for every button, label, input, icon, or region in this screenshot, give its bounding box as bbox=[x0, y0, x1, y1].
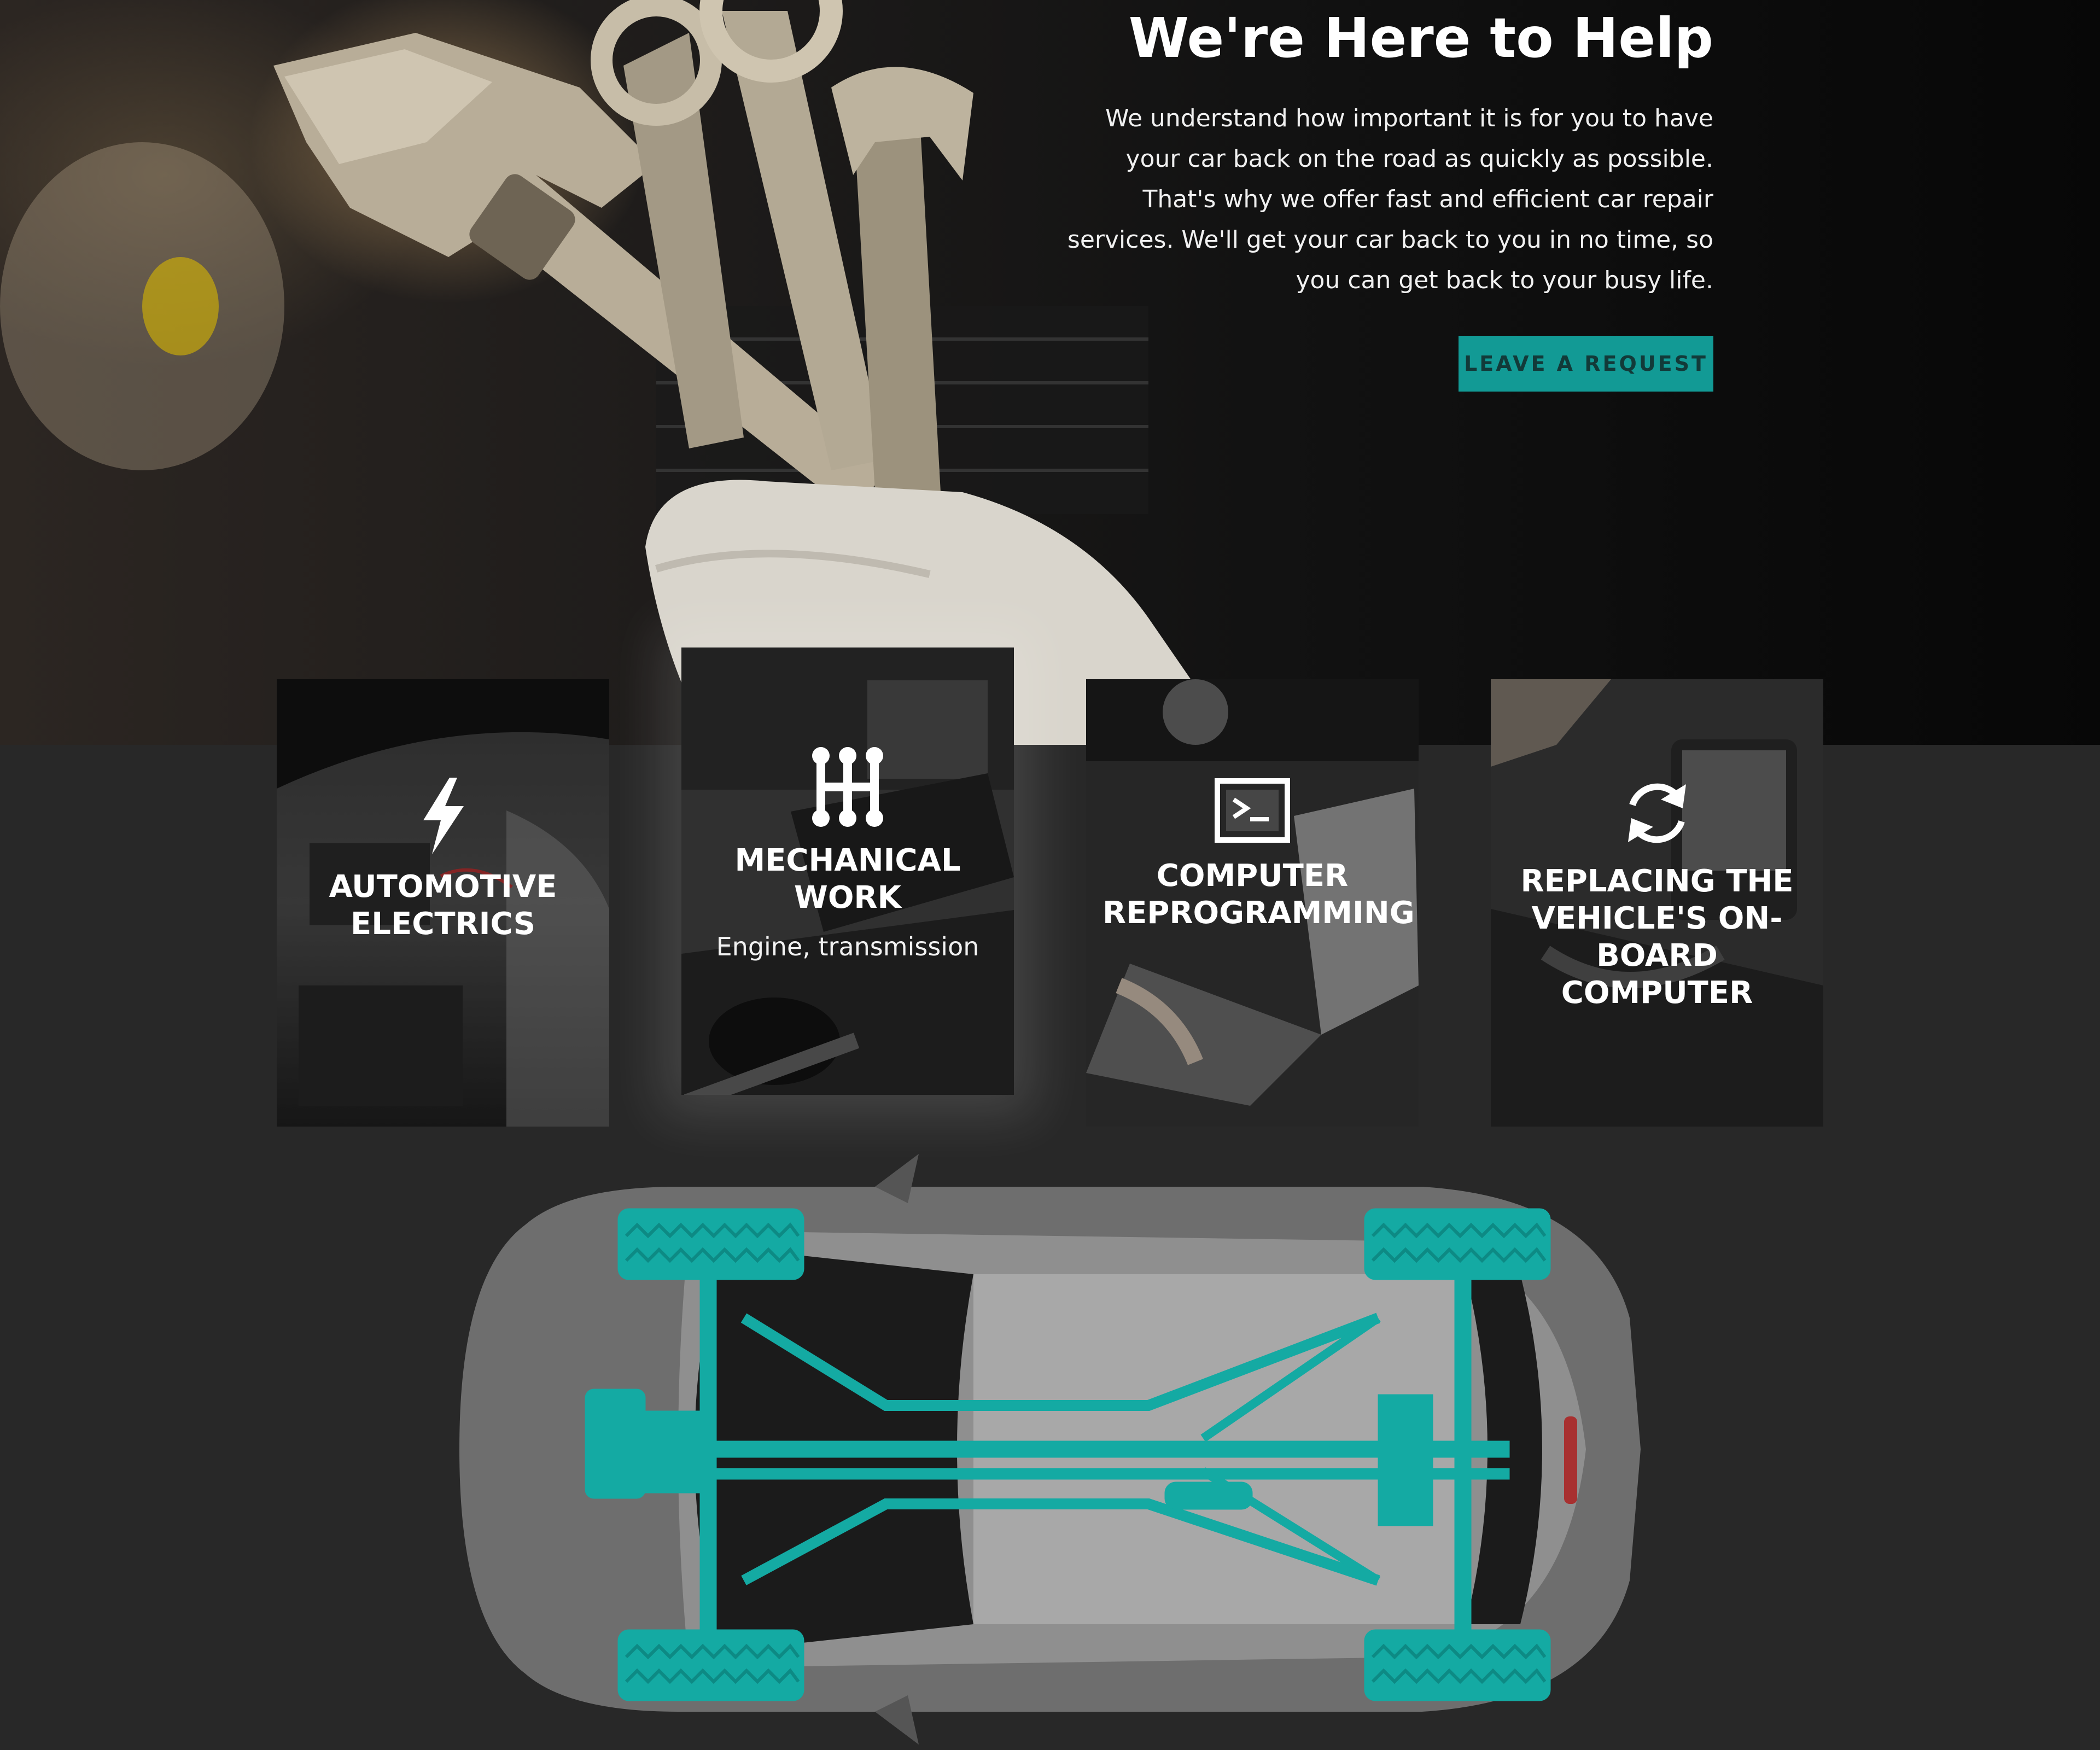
leave-request-button[interactable]: LEAVE A REQUEST bbox=[1459, 336, 1713, 392]
card-content: AUTOMOTIVE ELECTRICS bbox=[277, 778, 609, 943]
card-content: COMPUTER REPROGRAMMING bbox=[1086, 778, 1419, 932]
hero-text-block: We're Here to Help We understand how imp… bbox=[1057, 5, 1713, 301]
lightning-icon bbox=[423, 778, 464, 854]
gear-shift-icon bbox=[812, 747, 883, 827]
refresh-icon bbox=[1628, 783, 1686, 843]
service-card-automotive-electrics[interactable]: AUTOMOTIVE ELECTRICS bbox=[277, 679, 609, 1127]
card-title: AUTOMOTIVE ELECTRICS bbox=[329, 869, 557, 942]
terminal-icon bbox=[1215, 778, 1290, 843]
card-title: COMPUTER REPROGRAMMING bbox=[1102, 858, 1415, 931]
service-card-computer-reprogramming[interactable]: COMPUTER REPROGRAMMING bbox=[1086, 679, 1419, 1127]
hero-description: We understand how important it is for yo… bbox=[1067, 104, 1713, 294]
card-subtitle: Engine, transmission bbox=[716, 932, 979, 961]
car-chassis-illustration bbox=[459, 1154, 1641, 1745]
card-title: REPLACING THE VEHICLE'S ON-BOARD COMPUTE… bbox=[1520, 864, 1794, 1011]
hero-section: We're Here to Help We understand how imp… bbox=[0, 0, 2100, 745]
card-content: MECHANICAL WORK Engine, transmission bbox=[681, 746, 1014, 961]
card-title: MECHANICAL WORK bbox=[734, 843, 961, 915]
wrenches-in-glove-image bbox=[0, 0, 1236, 745]
service-card-onboard-computer[interactable]: REPLACING THE VEHICLE'S ON-BOARD COMPUTE… bbox=[1491, 679, 1823, 1127]
card-content: REPLACING THE VEHICLE'S ON-BOARD COMPUTE… bbox=[1491, 778, 1823, 1012]
service-card-mechanical-work[interactable]: MECHANICAL WORK Engine, transmission bbox=[681, 648, 1014, 1095]
hero-title: We're Here to Help bbox=[1128, 6, 1713, 70]
